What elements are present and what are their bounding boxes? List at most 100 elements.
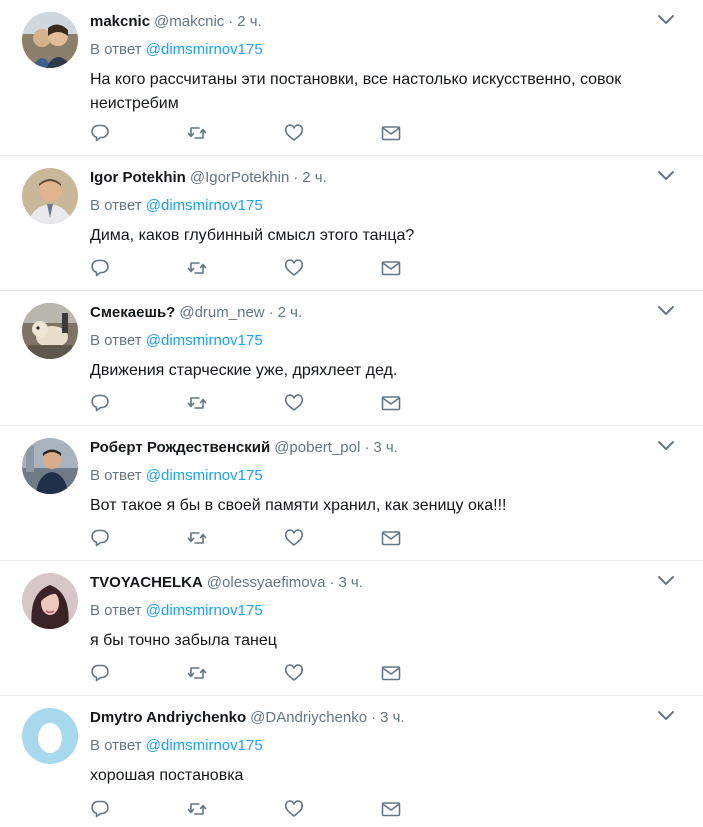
timestamp[interactable]: 3 ч. — [338, 573, 363, 593]
reply-prefix: В ответ — [90, 467, 142, 484]
mention-link[interactable]: @dimsmirnov175 — [146, 197, 263, 214]
screen-name[interactable]: @makcnic — [154, 12, 224, 32]
reply-icon — [91, 394, 109, 412]
tweet-actions — [90, 258, 478, 278]
direct-message-button[interactable] — [381, 123, 478, 143]
retweet-icon — [187, 397, 207, 409]
reply-button[interactable] — [90, 663, 187, 683]
mention-link[interactable]: @dimsmirnov175 — [146, 467, 263, 484]
reply-prefix: В ответ — [90, 332, 142, 349]
tweet-text: На кого рассчитаны эти постановки, все н… — [90, 71, 622, 112]
retweet-icon — [187, 532, 207, 544]
timestamp[interactable]: 2 ч. — [302, 168, 327, 188]
direct-message-button[interactable] — [381, 393, 478, 413]
reply-prefix: В ответ — [90, 41, 142, 58]
avatar[interactable] — [22, 573, 78, 629]
separator-dot: · — [371, 709, 377, 726]
timestamp[interactable]: 2 ч. — [278, 303, 303, 323]
replies-timeline: makcnic @makcnic · 2 ч. В ответ @dimsmir… — [0, 0, 703, 827]
mention-link[interactable]: @dimsmirnov175 — [146, 602, 263, 619]
reply-icon — [91, 800, 109, 818]
reply-icon — [91, 664, 109, 682]
reply-icon — [91, 529, 109, 547]
retweet-button[interactable] — [187, 258, 284, 278]
tweet[interactable]: Роберт Рождественский @pobert_pol · 3 ч.… — [0, 426, 703, 561]
screen-name[interactable]: @IgorPotekhin — [190, 168, 289, 188]
mention-link[interactable]: @dimsmirnov175 — [146, 41, 263, 58]
heart-icon — [284, 664, 304, 681]
fullname[interactable]: Смекаешь? — [90, 303, 175, 323]
like-button[interactable] — [284, 663, 381, 683]
reply-context: В ответ @dimsmirnov175 — [90, 466, 685, 486]
heart-icon — [284, 259, 304, 276]
reply-context: В ответ @dimsmirnov175 — [90, 736, 685, 756]
timestamp[interactable]: 2 ч. — [237, 12, 262, 32]
retweet-button[interactable] — [187, 528, 284, 548]
timestamp[interactable]: 3 ч. — [373, 438, 398, 458]
fullname[interactable]: Dmytro Andriychenko — [90, 708, 246, 728]
like-button[interactable] — [284, 799, 381, 819]
reply-button[interactable] — [90, 258, 187, 278]
tweet[interactable]: Dmytro Andriychenko @DAndriychenko · 3 ч… — [0, 696, 703, 827]
tweet[interactable]: TVOYACHELKA @olessyaefimova · 3 ч. В отв… — [0, 561, 703, 696]
avatar[interactable] — [22, 12, 78, 68]
tweet-text: Дима, каков глубинный смысл этого танца? — [90, 227, 415, 244]
chevron-down-icon[interactable] — [657, 575, 675, 587]
reply-button[interactable] — [90, 799, 187, 819]
tweet[interactable]: Igor Potekhin @IgorPotekhin · 2 ч. В отв… — [0, 156, 703, 291]
fullname[interactable]: TVOYACHELKA — [90, 573, 203, 593]
direct-message-button[interactable] — [381, 528, 478, 548]
retweet-button[interactable] — [187, 663, 284, 683]
chevron-down-icon[interactable] — [657, 440, 675, 452]
tweet-header: Dmytro Andriychenko @DAndriychenko · 3 ч… — [90, 708, 685, 728]
direct-message-button[interactable] — [381, 258, 478, 278]
reply-context: В ответ @dimsmirnov175 — [90, 331, 685, 351]
direct-message-button[interactable] — [381, 799, 478, 819]
retweet-button[interactable] — [187, 799, 284, 819]
like-button[interactable] — [284, 393, 381, 413]
chevron-down-icon[interactable] — [657, 14, 675, 26]
photo-dog-avatar — [22, 303, 78, 359]
chevron-down-icon[interactable] — [657, 305, 675, 317]
avatar[interactable] — [22, 303, 78, 359]
like-button[interactable] — [284, 123, 381, 143]
like-button[interactable] — [284, 258, 381, 278]
screen-name[interactable]: @pobert_pol — [274, 438, 360, 458]
tweet-text: Вот такое я бы в своей памяти хранил, ка… — [90, 497, 507, 514]
retweet-icon — [187, 667, 207, 679]
mention-link[interactable]: @dimsmirnov175 — [146, 737, 263, 754]
chevron-down-icon[interactable] — [657, 170, 675, 182]
fullname[interactable]: Роберт Рождественский — [90, 438, 270, 458]
avatar[interactable] — [22, 438, 78, 494]
timestamp[interactable]: 3 ч. — [380, 708, 405, 728]
like-button[interactable] — [284, 528, 381, 548]
direct-message-button[interactable] — [381, 663, 478, 683]
heart-icon — [284, 800, 304, 817]
screen-name[interactable]: @olessyaefimova — [207, 573, 326, 593]
tweet-actions — [90, 123, 478, 143]
fullname[interactable]: Igor Potekhin — [90, 168, 186, 188]
reply-prefix: В ответ — [90, 737, 142, 754]
reply-button[interactable] — [90, 123, 187, 143]
screen-name[interactable]: @DAndriychenko — [250, 708, 367, 728]
separator-dot: · — [268, 304, 274, 321]
egg-avatar — [22, 708, 78, 764]
photo-man-avatar — [22, 168, 78, 224]
envelope-icon — [381, 666, 401, 681]
tweet[interactable]: makcnic @makcnic · 2 ч. В ответ @dimsmir… — [0, 0, 703, 156]
tweet[interactable]: Смекаешь? @drum_new · 2 ч. В ответ @dims… — [0, 291, 703, 426]
reply-button[interactable] — [90, 528, 187, 548]
retweet-icon — [187, 262, 207, 274]
reply-button[interactable] — [90, 393, 187, 413]
envelope-icon — [381, 802, 401, 817]
retweet-button[interactable] — [187, 123, 284, 143]
retweet-button[interactable] — [187, 393, 284, 413]
tweet-header: TVOYACHELKA @olessyaefimova · 3 ч. — [90, 573, 685, 593]
avatar[interactable] — [22, 168, 78, 224]
fullname[interactable]: makcnic — [90, 12, 150, 32]
avatar[interactable] — [22, 708, 78, 764]
mention-link[interactable]: @dimsmirnov175 — [146, 332, 263, 349]
screen-name[interactable]: @drum_new — [179, 303, 264, 323]
tweet-text: я бы точно забыла танец — [90, 632, 277, 649]
chevron-down-icon[interactable] — [657, 710, 675, 722]
